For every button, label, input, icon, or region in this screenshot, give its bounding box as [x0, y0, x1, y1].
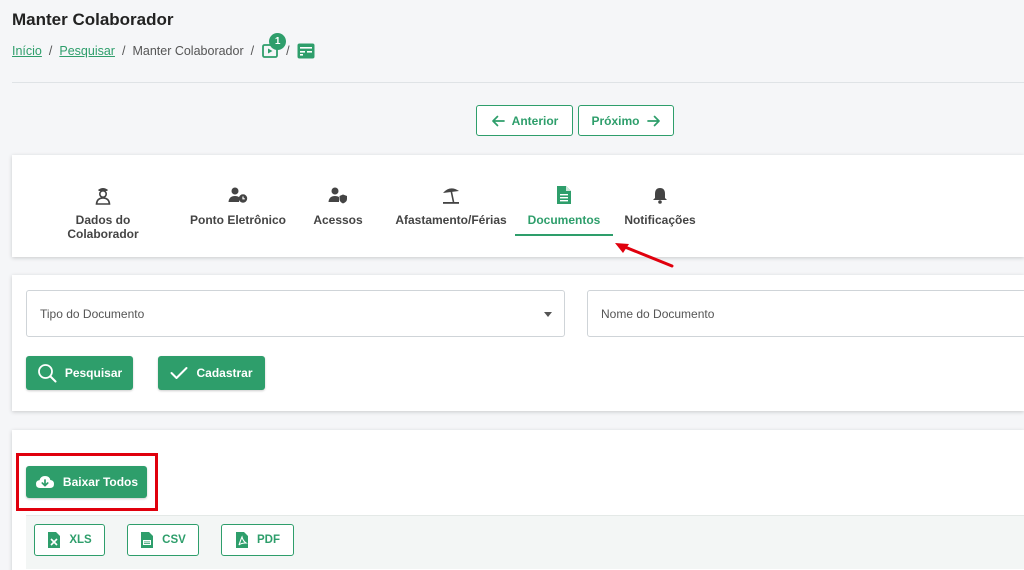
active-tab-indicator	[515, 234, 613, 236]
pdf-label: PDF	[257, 534, 280, 546]
download-all-label: Baixar Todos	[62, 475, 139, 489]
breadcrumb-separator: /	[250, 44, 255, 58]
caret-down-icon	[544, 312, 552, 317]
excel-file-icon	[48, 532, 61, 548]
register-button-label: Cadastrar	[196, 366, 253, 380]
document-name-input[interactable]: Nome do Documento	[587, 290, 1024, 337]
arrow-left-icon	[491, 115, 505, 126]
user-shield-icon	[308, 185, 368, 205]
xls-label: XLS	[69, 534, 92, 546]
results-card: Baixar Todos XLS CSV PDF	[12, 430, 1024, 570]
previous-label: Anterior	[511, 113, 559, 128]
breadcrumb-separator: /	[48, 44, 53, 58]
breadcrumb: Início / Pesquisar / Manter Colaborador …	[12, 33, 315, 62]
arrow-right-icon	[646, 115, 660, 126]
bell-icon	[624, 185, 696, 205]
check-icon	[170, 367, 188, 379]
search-button-label: Pesquisar	[64, 366, 123, 380]
register-button[interactable]: Cadastrar	[158, 356, 265, 390]
video-play-icon[interactable]: 1	[261, 33, 287, 60]
previous-button[interactable]: Anterior	[476, 105, 573, 136]
export-csv-button[interactable]: CSV	[127, 524, 199, 556]
tab-label: Dados do Colaborador	[67, 213, 139, 241]
document-icon	[520, 185, 608, 205]
tab-dados-do-colaborador[interactable]: Dados do Colaborador	[41, 185, 165, 241]
breadcrumb-separator: /	[121, 44, 126, 58]
tab-ponto-eletronico[interactable]: Ponto Eletrônico	[188, 185, 288, 227]
breadcrumb-separator: /	[286, 44, 290, 58]
tab-afastamento-ferias[interactable]: Afastamento/Férias	[393, 185, 509, 227]
export-pdf-button[interactable]: PDF	[221, 524, 294, 556]
header-divider	[12, 82, 1024, 83]
next-label: Próximo	[591, 113, 640, 128]
breadcrumb-current: Manter Colaborador	[132, 44, 244, 58]
document-type-placeholder: Tipo do Documento	[40, 306, 145, 321]
filter-card: Tipo do Documento Nome do Documento Pesq…	[12, 275, 1024, 411]
user-clock-icon	[188, 185, 288, 205]
export-toolbar: XLS CSV PDF	[26, 515, 1024, 569]
document-type-select[interactable]: Tipo do Documento	[26, 290, 565, 337]
page-title: Manter Colaborador	[12, 10, 174, 29]
tab-label: Afastamento/Férias	[395, 213, 507, 227]
tabs-card: Dados do Colaborador Ponto Eletrônico Ac…	[12, 155, 1024, 268]
export-xls-button[interactable]: XLS	[34, 524, 105, 556]
tab-label: Documentos	[527, 213, 601, 227]
tab-label: Acessos	[313, 213, 363, 227]
red-arrow-annotation	[615, 243, 674, 268]
cloud-download-icon	[35, 476, 54, 488]
document-name-placeholder: Nome do Documento	[601, 306, 715, 321]
tab-label: Notificações	[624, 213, 696, 227]
tab-label: Ponto Eletrônico	[190, 213, 286, 227]
download-all-button[interactable]: Baixar Todos	[26, 466, 147, 498]
tab-documentos[interactable]: Documentos	[520, 185, 608, 227]
beach-umbrella-icon	[393, 185, 509, 205]
tab-notificacoes[interactable]: Notificações	[624, 185, 696, 227]
employee-icon	[41, 185, 165, 205]
dashboard-icon[interactable]	[297, 42, 315, 60]
breadcrumb-home-link[interactable]: Início	[12, 44, 42, 58]
notification-badge: 1	[269, 33, 287, 50]
next-button[interactable]: Próximo	[578, 105, 674, 136]
breadcrumb-search-link[interactable]: Pesquisar	[59, 44, 115, 58]
pdf-file-icon	[236, 532, 248, 548]
csv-file-icon	[141, 532, 154, 548]
csv-label: CSV	[162, 534, 186, 546]
search-button[interactable]: Pesquisar	[26, 356, 133, 390]
tab-acessos[interactable]: Acessos	[308, 185, 368, 227]
search-icon	[37, 364, 57, 383]
